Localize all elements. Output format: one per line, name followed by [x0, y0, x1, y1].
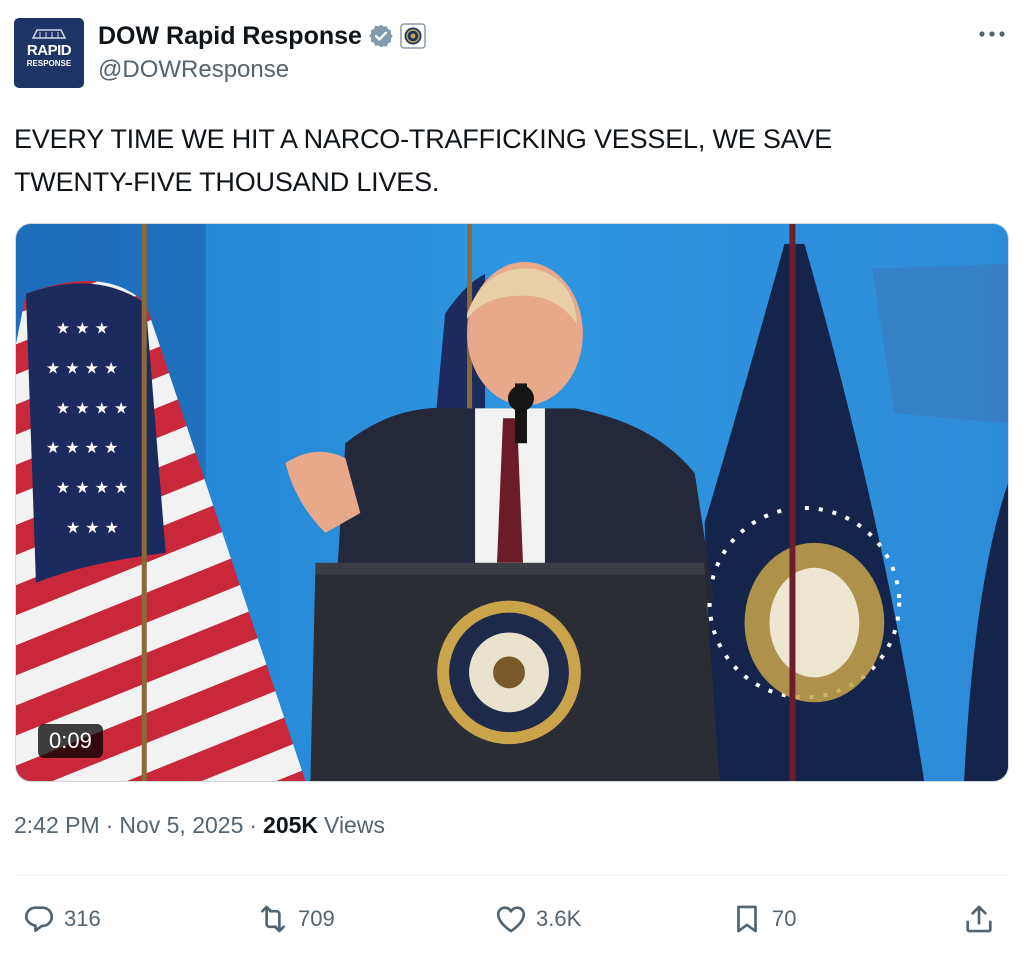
share-button[interactable]	[962, 894, 996, 944]
like-button[interactable]: 3.6K	[494, 894, 581, 944]
bookmark-button[interactable]: 70	[730, 894, 796, 944]
divider	[14, 875, 1010, 876]
reply-button[interactable]: 316	[22, 894, 101, 944]
bookmark-icon	[737, 905, 757, 933]
tweet-header: RAPID RESPONSE DOW Rapid Response @DOWRe…	[14, 14, 1010, 90]
svg-text:★ ★ ★ ★: ★ ★ ★ ★	[56, 478, 128, 497]
heart-icon	[496, 906, 526, 933]
views-count[interactable]: 205K	[263, 812, 318, 839]
avatar-text-rapid: RAPID	[26, 42, 72, 59]
reply-icon	[24, 906, 54, 932]
svg-text:★ ★ ★ ★: ★ ★ ★ ★	[56, 398, 128, 417]
retweet-icon	[261, 905, 285, 933]
building-logo-icon	[31, 29, 67, 39]
svg-text:★ ★ ★: ★ ★ ★	[66, 518, 119, 537]
reply-count: 316	[64, 906, 101, 931]
tweet-text-line-2: TWENTY-FIVE THOUSAND LIVES.	[14, 167, 440, 197]
display-name[interactable]: DOW Rapid Response	[98, 22, 362, 51]
name-row: DOW Rapid Response	[98, 20, 426, 52]
views-label: Views	[324, 812, 385, 838]
tweet-meta: 2:42 PM · Nov 5, 2025 · 205K Views	[14, 812, 385, 839]
avatar-text-response: RESPONSE	[26, 59, 72, 68]
verified-badge-icon[interactable]	[368, 23, 394, 49]
repost-button[interactable]: 709	[256, 894, 335, 944]
affiliation-seal-icon[interactable]	[400, 23, 426, 49]
action-bar: 316 709 3.6K 70	[14, 894, 1010, 944]
video-frame: ★ ★ ★ ★ ★ ★ ★ ★ ★ ★ ★ ★ ★ ★ ★ ★ ★ ★ ★ ★ …	[16, 224, 1008, 781]
more-dots-icon[interactable]	[974, 16, 1010, 52]
bookmark-count: 70	[772, 906, 797, 931]
tweet-text: EVERY TIME WE HIT A NARCO-TRAFFICKING VE…	[14, 118, 1004, 204]
meta-separator: ·	[105, 812, 114, 838]
tweet-time[interactable]: 2:42 PM	[14, 812, 100, 839]
tweet-date[interactable]: Nov 5, 2025	[119, 812, 243, 839]
svg-text:★ ★ ★ ★: ★ ★ ★ ★	[46, 358, 118, 377]
share-icon	[966, 905, 992, 933]
video-duration-badge: 0:09	[38, 724, 103, 758]
meta-separator-2: ·	[249, 812, 258, 838]
video-player[interactable]: ★ ★ ★ ★ ★ ★ ★ ★ ★ ★ ★ ★ ★ ★ ★ ★ ★ ★ ★ ★ …	[15, 223, 1009, 782]
svg-text:★ ★ ★: ★ ★ ★	[56, 319, 109, 338]
handle[interactable]: @DOWResponse	[98, 56, 289, 84]
like-count: 3.6K	[536, 906, 582, 931]
avatar[interactable]: RAPID RESPONSE	[14, 18, 84, 88]
svg-text:★ ★ ★ ★: ★ ★ ★ ★	[46, 438, 118, 457]
tweet-text-line-1: EVERY TIME WE HIT A NARCO-TRAFFICKING VE…	[14, 124, 833, 154]
repost-count: 709	[298, 906, 335, 931]
